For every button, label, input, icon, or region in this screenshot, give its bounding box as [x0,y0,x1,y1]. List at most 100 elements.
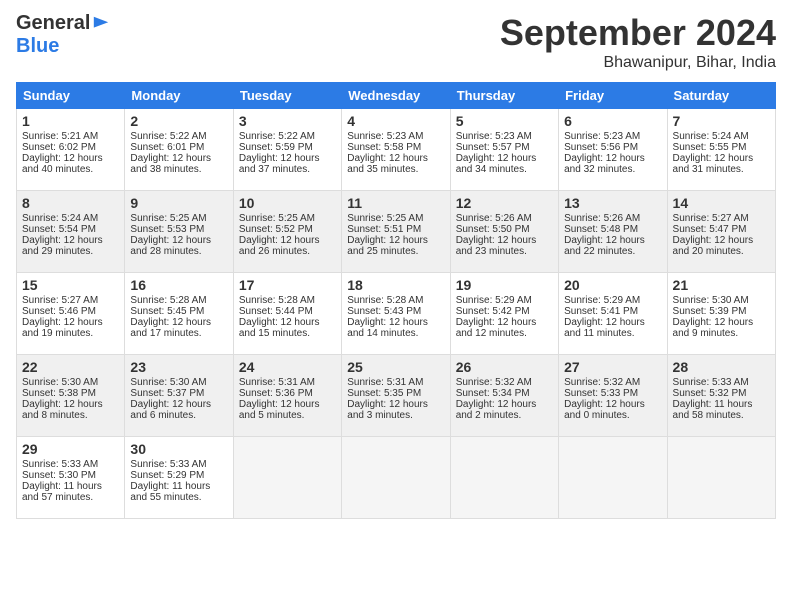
daylight-label: Daylight: 12 hours and 26 minutes. [239,235,320,257]
calendar-cell: 25 Sunrise: 5:31 AM Sunset: 5:35 PM Dayl… [342,355,450,437]
sunrise-label: Sunrise: 5:23 AM [347,131,423,142]
sunset-label: Sunset: 5:33 PM [564,388,638,399]
sunset-label: Sunset: 5:29 PM [130,470,204,481]
sunrise-label: Sunrise: 5:32 AM [456,377,532,388]
day-number: 17 [239,277,336,293]
calendar-table: Sunday Monday Tuesday Wednesday Thursday… [16,82,776,519]
col-sunday: Sunday [17,83,125,109]
daylight-label: Daylight: 12 hours and 31 minutes. [673,153,754,175]
sunset-label: Sunset: 5:30 PM [22,470,96,481]
sunrise-label: Sunrise: 5:28 AM [347,295,423,306]
day-number: 27 [564,359,661,375]
main-container: General Blue September 2024 Bhawanipur, … [0,0,792,527]
daylight-label: Daylight: 12 hours and 34 minutes. [456,153,537,175]
col-thursday: Thursday [450,83,558,109]
day-number: 9 [130,195,227,211]
daylight-label: Daylight: 12 hours and 35 minutes. [347,153,428,175]
daylight-label: Daylight: 12 hours and 9 minutes. [673,317,754,339]
calendar-cell: 15 Sunrise: 5:27 AM Sunset: 5:46 PM Dayl… [17,273,125,355]
day-number: 22 [22,359,119,375]
day-number: 13 [564,195,661,211]
calendar-cell [559,437,667,519]
header: General Blue September 2024 Bhawanipur, … [16,12,776,72]
logo-general-text: General [16,12,90,35]
sunset-label: Sunset: 5:54 PM [22,224,96,235]
sunrise-label: Sunrise: 5:33 AM [673,377,749,388]
sunrise-label: Sunrise: 5:30 AM [22,377,98,388]
sunrise-label: Sunrise: 5:24 AM [22,213,98,224]
daylight-label: Daylight: 12 hours and 15 minutes. [239,317,320,339]
sunset-label: Sunset: 5:45 PM [130,306,204,317]
day-number: 29 [22,441,119,457]
calendar-cell: 19 Sunrise: 5:29 AM Sunset: 5:42 PM Dayl… [450,273,558,355]
col-tuesday: Tuesday [233,83,341,109]
day-number: 18 [347,277,444,293]
daylight-label: Daylight: 12 hours and 8 minutes. [22,399,103,421]
calendar-week-row: 29 Sunrise: 5:33 AM Sunset: 5:30 PM Dayl… [17,437,776,519]
day-number: 20 [564,277,661,293]
daylight-label: Daylight: 12 hours and 32 minutes. [564,153,645,175]
sunrise-label: Sunrise: 5:32 AM [564,377,640,388]
daylight-label: Daylight: 12 hours and 5 minutes. [239,399,320,421]
sunrise-label: Sunrise: 5:28 AM [239,295,315,306]
calendar-cell [450,437,558,519]
calendar-cell: 10 Sunrise: 5:25 AM Sunset: 5:52 PM Dayl… [233,191,341,273]
calendar-cell: 27 Sunrise: 5:32 AM Sunset: 5:33 PM Dayl… [559,355,667,437]
daylight-label: Daylight: 11 hours and 55 minutes. [130,481,210,503]
sunset-label: Sunset: 5:52 PM [239,224,313,235]
sunset-label: Sunset: 5:44 PM [239,306,313,317]
day-number: 19 [456,277,553,293]
daylight-label: Daylight: 12 hours and 23 minutes. [456,235,537,257]
sunset-label: Sunset: 5:57 PM [456,142,530,153]
sunset-label: Sunset: 5:35 PM [347,388,421,399]
daylight-label: Daylight: 12 hours and 11 minutes. [564,317,645,339]
day-number: 3 [239,113,336,129]
day-number: 26 [456,359,553,375]
sunrise-label: Sunrise: 5:26 AM [456,213,532,224]
day-number: 4 [347,113,444,129]
calendar-cell: 14 Sunrise: 5:27 AM Sunset: 5:47 PM Dayl… [667,191,775,273]
sunset-label: Sunset: 5:36 PM [239,388,313,399]
sunset-label: Sunset: 5:56 PM [564,142,638,153]
calendar-cell: 9 Sunrise: 5:25 AM Sunset: 5:53 PM Dayli… [125,191,233,273]
calendar-cell: 24 Sunrise: 5:31 AM Sunset: 5:36 PM Dayl… [233,355,341,437]
sunrise-label: Sunrise: 5:27 AM [673,213,749,224]
sunset-label: Sunset: 6:02 PM [22,142,96,153]
calendar-cell: 8 Sunrise: 5:24 AM Sunset: 5:54 PM Dayli… [17,191,125,273]
logo-flag-icon [92,15,110,33]
sunrise-label: Sunrise: 5:25 AM [130,213,206,224]
sunrise-label: Sunrise: 5:28 AM [130,295,206,306]
day-number: 5 [456,113,553,129]
calendar-cell: 11 Sunrise: 5:25 AM Sunset: 5:51 PM Dayl… [342,191,450,273]
daylight-label: Daylight: 11 hours and 58 minutes. [673,399,753,421]
daylight-label: Daylight: 12 hours and 25 minutes. [347,235,428,257]
day-number: 1 [22,113,119,129]
calendar-cell: 1 Sunrise: 5:21 AM Sunset: 6:02 PM Dayli… [17,109,125,191]
daylight-label: Daylight: 12 hours and 40 minutes. [22,153,103,175]
calendar-week-row: 22 Sunrise: 5:30 AM Sunset: 5:38 PM Dayl… [17,355,776,437]
daylight-label: Daylight: 12 hours and 14 minutes. [347,317,428,339]
sunrise-label: Sunrise: 5:29 AM [564,295,640,306]
day-number: 7 [673,113,770,129]
sunset-label: Sunset: 5:47 PM [673,224,747,235]
calendar-cell: 2 Sunrise: 5:22 AM Sunset: 6:01 PM Dayli… [125,109,233,191]
calendar-cell: 5 Sunrise: 5:23 AM Sunset: 5:57 PM Dayli… [450,109,558,191]
day-number: 16 [130,277,227,293]
calendar-cell: 21 Sunrise: 5:30 AM Sunset: 5:39 PM Dayl… [667,273,775,355]
logo-blue-text: Blue [16,35,59,57]
calendar-cell: 4 Sunrise: 5:23 AM Sunset: 5:58 PM Dayli… [342,109,450,191]
sunrise-label: Sunrise: 5:27 AM [22,295,98,306]
sunset-label: Sunset: 5:43 PM [347,306,421,317]
sunset-label: Sunset: 5:42 PM [456,306,530,317]
sunrise-label: Sunrise: 5:26 AM [564,213,640,224]
calendar-cell: 17 Sunrise: 5:28 AM Sunset: 5:44 PM Dayl… [233,273,341,355]
day-number: 21 [673,277,770,293]
sunrise-label: Sunrise: 5:21 AM [22,131,98,142]
calendar-cell: 20 Sunrise: 5:29 AM Sunset: 5:41 PM Dayl… [559,273,667,355]
daylight-label: Daylight: 11 hours and 57 minutes. [22,481,102,503]
sunset-label: Sunset: 5:50 PM [456,224,530,235]
day-number: 14 [673,195,770,211]
sunrise-label: Sunrise: 5:30 AM [130,377,206,388]
day-number: 23 [130,359,227,375]
calendar-week-row: 8 Sunrise: 5:24 AM Sunset: 5:54 PM Dayli… [17,191,776,273]
